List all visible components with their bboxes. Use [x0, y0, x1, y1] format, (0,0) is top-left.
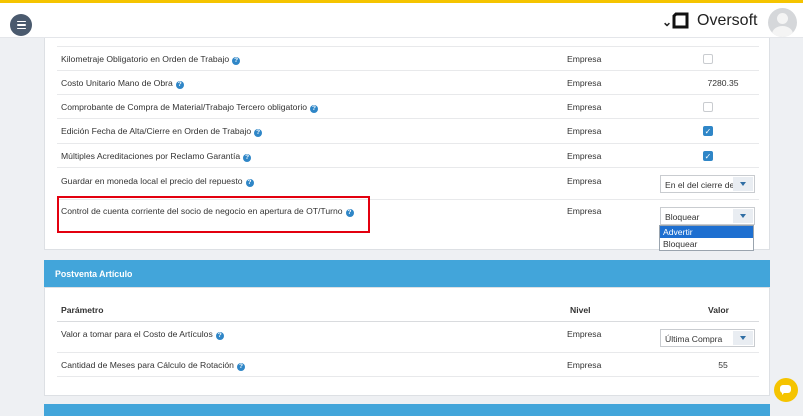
chevron-down-icon[interactable] [733, 209, 753, 223]
table-row: Costo Unitario Mano de Obra? Empresa 728… [57, 71, 759, 95]
chat-bubble-icon[interactable] [774, 378, 798, 402]
help-icon[interactable]: ? [175, 81, 184, 89]
nivel-value: Empresa [567, 360, 602, 370]
help-icon[interactable]: ? [254, 129, 263, 137]
param-label: Costo Unitario Mano de Obra [61, 78, 173, 88]
nivel-value: Empresa [567, 176, 602, 186]
dropdown-option-advertir[interactable]: Advertir [660, 226, 753, 238]
nivel-value: Empresa [567, 78, 602, 88]
param-value[interactable]: 55 [693, 360, 753, 370]
section-title: Postventa Artículo [55, 269, 133, 279]
param-select[interactable]: En el del cierre de [660, 175, 755, 193]
chevron-down-icon[interactable] [733, 177, 753, 191]
nivel-value: Empresa [567, 126, 602, 136]
param-checkbox-checked[interactable]: ✓ [703, 126, 713, 136]
table-header: Parámetro Nivel Valor [57, 298, 759, 322]
brand-chevron-icon: ⌄ [662, 15, 673, 29]
param-checkbox[interactable] [703, 54, 713, 64]
section-header-postventa-articulo[interactable]: Postventa Artículo [44, 260, 770, 287]
param-label: Valor a tomar para el Costo de Artículos [61, 329, 213, 339]
user-avatar[interactable] [768, 8, 797, 37]
table-row: Comprobante de Compra de Material/Trabaj… [57, 95, 759, 119]
select-value: En el del cierre de [665, 180, 735, 190]
param-label: Cantidad de Meses para Cálculo de Rotaci… [61, 360, 234, 370]
param-checkbox[interactable] [703, 102, 713, 112]
select-value: Bloquear [665, 212, 700, 222]
param-label: Kilometraje Obligatorio en Orden de Trab… [61, 54, 230, 64]
param-select-open[interactable]: Bloquear [660, 207, 755, 225]
section-header-next[interactable] [44, 404, 770, 416]
postventa-articulo-panel: Parámetro Nivel Valor Valor a tomar para… [44, 287, 770, 396]
param-label: Comprobante de Compra de Material/Trabaj… [61, 102, 308, 112]
help-icon[interactable]: ? [232, 57, 241, 65]
oversoft-logo-icon [672, 12, 689, 29]
help-icon[interactable]: ? [243, 154, 252, 162]
nivel-value: Empresa [567, 206, 602, 216]
column-header-nivel: Nivel [570, 305, 591, 315]
dropdown-option-bloquear[interactable]: Bloquear [660, 238, 753, 250]
nivel-value: Empresa [567, 329, 602, 339]
highlight-box [57, 196, 370, 233]
table-row: Cantidad de Meses para Cálculo de Rotaci… [57, 353, 759, 377]
help-icon[interactable]: ? [245, 179, 254, 187]
table-row: Valor a tomar para el Costo de Artículos… [57, 322, 759, 353]
nivel-value: Empresa [567, 102, 602, 112]
help-icon[interactable]: ? [310, 105, 319, 113]
brand-name: Oversoft [697, 12, 758, 29]
app-header: ⌄ Oversoft [0, 3, 803, 38]
select-value: Última Compra [665, 334, 723, 344]
table-row: Múltiples Acreditaciones por Reclamo Gar… [57, 144, 759, 168]
hamburger-menu-icon[interactable] [10, 14, 32, 36]
param-select[interactable]: Última Compra [660, 329, 755, 347]
table-row [57, 38, 759, 47]
table-row: Edición Fecha de Alta/Cierre en Orden de… [57, 119, 759, 144]
nivel-value: Empresa [567, 151, 602, 161]
help-icon[interactable]: ? [236, 363, 245, 371]
nivel-value: Empresa [567, 54, 602, 64]
select-dropdown-list: Advertir Bloquear [659, 225, 754, 251]
param-label: Múltiples Acreditaciones por Reclamo Gar… [61, 151, 241, 161]
param-label: Edición Fecha de Alta/Cierre en Orden de… [61, 126, 252, 136]
column-header-parametro: Parámetro [61, 305, 104, 315]
param-checkbox-checked[interactable]: ✓ [703, 151, 713, 161]
help-icon[interactable]: ? [215, 332, 224, 340]
chevron-down-icon[interactable] [733, 331, 753, 345]
table-row: Kilometraje Obligatorio en Orden de Trab… [57, 47, 759, 71]
column-header-valor: Valor [708, 305, 730, 315]
param-label: Guardar en moneda local el precio del re… [61, 176, 243, 186]
param-value[interactable]: 7280.35 [693, 78, 753, 88]
